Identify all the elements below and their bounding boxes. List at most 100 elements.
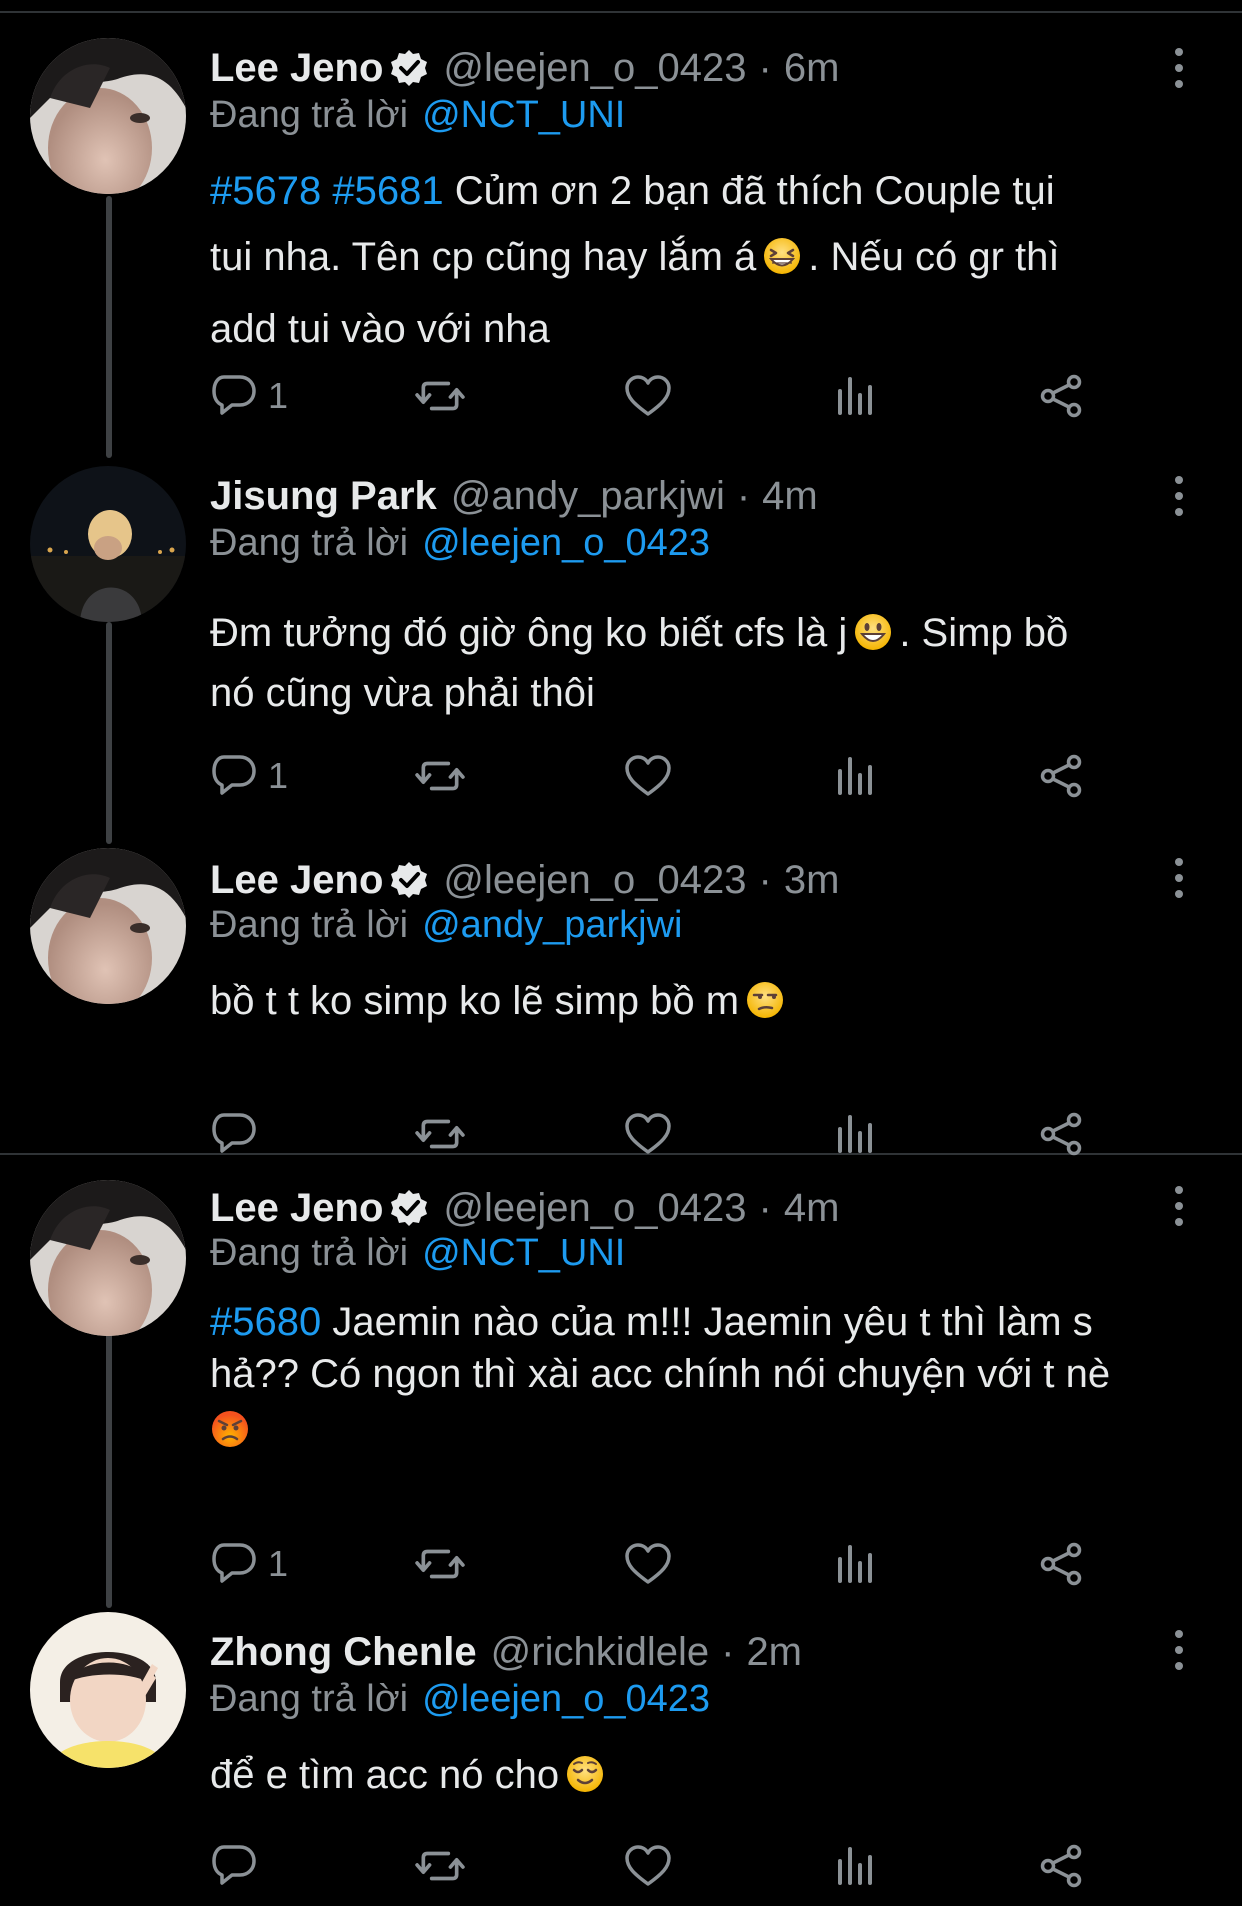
tweet-header: Lee Jeno @leejen_o_0423 · 4m (210, 1184, 839, 1232)
view-stats-button[interactable] (832, 1838, 878, 1894)
action-bar: 1 (210, 1536, 1110, 1592)
replying-to-mention[interactable]: @NCT_UNI (422, 1232, 625, 1274)
more-options-icon[interactable] (1162, 854, 1196, 902)
share-button[interactable] (1038, 368, 1084, 424)
grinning-face-icon (853, 612, 893, 666)
tweet[interactable]: Zhong Chenle @richkidlele · 2m Đang trả … (0, 1596, 1242, 1906)
share-button[interactable] (1038, 748, 1084, 804)
more-options-icon[interactable] (1162, 44, 1196, 92)
more-options-icon[interactable] (1162, 472, 1196, 520)
like-button[interactable] (624, 1106, 672, 1162)
reply-button[interactable]: 1 (210, 368, 288, 424)
reply-button[interactable]: 1 (210, 748, 288, 804)
avatar[interactable] (30, 848, 186, 1004)
tweet-text-line: . Simp bồ (899, 611, 1069, 655)
hashtag-link[interactable]: #5680 (210, 1300, 321, 1344)
tweet-text-line: add tui vào với nha (210, 307, 550, 351)
username[interactable]: @leejen_o_0423 (443, 46, 746, 91)
avatar[interactable] (30, 38, 186, 194)
verified-badge-icon (389, 48, 430, 88)
tweet-header: Zhong Chenle @richkidlele · 2m (210, 1628, 802, 1676)
timestamp[interactable]: 4m (784, 1186, 840, 1231)
like-button[interactable] (624, 1536, 672, 1592)
separator-dot: · (758, 45, 772, 90)
hashtag-link[interactable]: #5678 #5681 (210, 169, 444, 213)
verified-badge-icon (389, 1188, 430, 1228)
more-options-icon[interactable] (1162, 1626, 1196, 1674)
view-stats-button[interactable] (832, 748, 878, 804)
avatar[interactable] (30, 466, 186, 622)
replying-to-label: Đang trả lời (210, 904, 409, 946)
share-button[interactable] (1038, 1838, 1084, 1894)
view-stats-button[interactable] (832, 1536, 878, 1592)
replying-to-label: Đang trả lời (210, 1678, 409, 1720)
timestamp[interactable]: 4m (762, 474, 818, 519)
replying-to: Đang trả lời @andy_parkjwi (210, 904, 682, 947)
separator-dot: · (758, 1185, 772, 1230)
tweet-text: Đm tưởng đó giờ ông ko biết cfs là j . Si… (210, 606, 1200, 720)
replying-to-mention[interactable]: @leejen_o_0423 (422, 522, 710, 564)
display-name[interactable]: Zhong Chenle (210, 1630, 477, 1675)
display-name[interactable]: Lee Jeno (210, 1186, 383, 1231)
share-button[interactable] (1038, 1106, 1084, 1162)
relieved-face-icon (565, 1754, 605, 1808)
timestamp[interactable]: 2m (746, 1630, 802, 1675)
replying-to: Đang trả lời @leejen_o_0423 (210, 1678, 710, 1721)
like-button[interactable] (624, 368, 672, 424)
action-bar (210, 1838, 1110, 1894)
avatar[interactable] (30, 1612, 186, 1768)
view-stats-button[interactable] (832, 1106, 878, 1162)
tweet[interactable]: Jisung Park @andy_parkjwi · 4m Đang trả … (0, 430, 1242, 830)
retweet-button[interactable] (415, 368, 465, 424)
tweet-text: để e tìm acc nó cho (210, 1748, 1200, 1808)
display-name[interactable]: Lee Jeno (210, 858, 383, 903)
separator-dot: · (758, 857, 772, 902)
like-button[interactable] (624, 748, 672, 804)
separator-dot: · (721, 1629, 735, 1674)
reply-button[interactable] (210, 1838, 268, 1894)
username[interactable]: @andy_parkjwi (451, 474, 725, 519)
angry-face-icon (210, 1409, 250, 1462)
username[interactable]: @leejen_o_0423 (443, 1186, 746, 1231)
reply-count: 1 (268, 1543, 289, 1584)
retweet-button[interactable] (415, 748, 465, 804)
replying-to: Đang trả lời @NCT_UNI (210, 1232, 625, 1275)
replying-to-mention[interactable]: @NCT_UNI (422, 94, 625, 136)
avatar[interactable] (30, 1180, 186, 1336)
retweet-button[interactable] (415, 1838, 465, 1894)
display-name[interactable]: Lee Jeno (210, 46, 383, 91)
tweet-text-line: Đm tưởng đó giờ ông ko biết cfs là j (210, 611, 848, 655)
reply-count: 1 (268, 755, 289, 796)
tweet[interactable]: Lee Jeno @leejen_o_0423 · 6m Đang trả lờ… (0, 0, 1242, 430)
timestamp[interactable]: 6m (784, 46, 840, 91)
replying-to-mention[interactable]: @leejen_o_0423 (422, 1678, 710, 1720)
tweet-text: #5678 #5681 Củm ơn 2 bạn đã thích Couple… (210, 158, 1200, 362)
replying-to-mention[interactable]: @andy_parkjwi (422, 904, 682, 946)
reply-button[interactable] (210, 1106, 268, 1162)
tweet-text-line: Củm ơn 2 bạn đã thích Couple tụi (454, 169, 1055, 213)
username[interactable]: @leejen_o_0423 (443, 858, 746, 903)
replying-to: Đang trả lời @NCT_UNI (210, 94, 625, 137)
retweet-button[interactable] (415, 1106, 465, 1162)
reply-button[interactable]: 1 (210, 1536, 288, 1592)
tweet[interactable]: Lee Jeno @leejen_o_0423 · 4m Đang trả lờ… (0, 1156, 1242, 1596)
action-bar (210, 1106, 1110, 1162)
view-stats-button[interactable] (832, 368, 878, 424)
tweet[interactable]: Lee Jeno @leejen_o_0423 · 3m Đang trả lờ… (0, 830, 1242, 1156)
separator-dot: · (736, 473, 751, 518)
tweet-text-line: . Nếu có gr thì (808, 235, 1060, 279)
retweet-button[interactable] (415, 1536, 465, 1592)
share-button[interactable] (1038, 1536, 1084, 1592)
replying-to-label: Đang trả lời (210, 94, 409, 136)
tweet-text: #5680 Jaemin nào của m!!! Jaemin yêu t t… (210, 1296, 1220, 1462)
display-name[interactable]: Jisung Park (210, 474, 437, 519)
like-button[interactable] (624, 1838, 672, 1894)
more-options-icon[interactable] (1162, 1182, 1196, 1230)
replying-to-label: Đang trả lời (210, 1232, 409, 1274)
timestamp[interactable]: 3m (784, 858, 840, 903)
tweet-text-line: tui nha. Tên cp cũng hay lắm á (210, 235, 757, 279)
action-bar: 1 (210, 368, 1110, 424)
username[interactable]: @richkidlele (491, 1630, 709, 1675)
tweet-header: Jisung Park @andy_parkjwi · 4m (210, 472, 818, 520)
tweet-header: Lee Jeno @leejen_o_0423 · 6m (210, 44, 839, 92)
